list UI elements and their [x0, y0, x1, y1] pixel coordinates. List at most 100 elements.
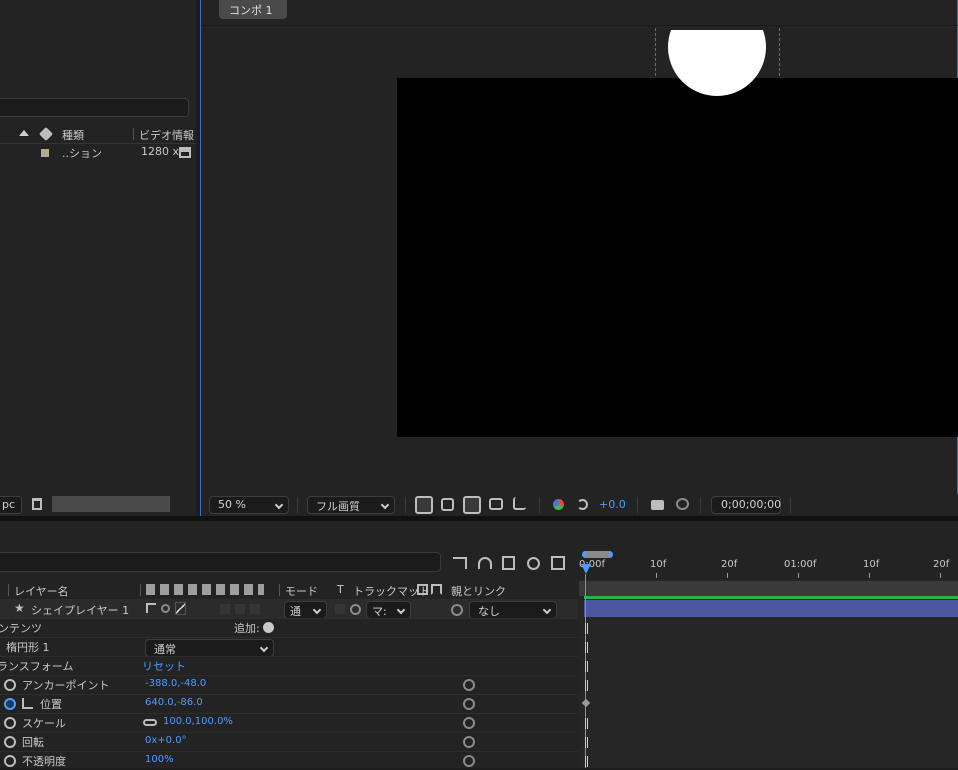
stopwatch-icon[interactable]: [4, 717, 16, 729]
layer-name[interactable]: シェイプレイヤー 1: [31, 602, 129, 618]
column-layer-name[interactable]: レイヤー名: [14, 583, 69, 599]
property-value[interactable]: -388.0,-48.0: [145, 678, 206, 689]
project-panel: [0, 0, 196, 516]
bounding-guide-right: [779, 28, 780, 76]
column-type[interactable]: 種類: [62, 127, 84, 143]
layer-mode-dropdown[interactable]: 通: [284, 601, 327, 619]
layer-switches-icon[interactable]: [146, 584, 264, 595]
transparency-grid-icon[interactable]: [441, 498, 454, 511]
effect-switch[interactable]: [219, 603, 231, 615]
project-item-row[interactable]: ..ション 1280 x: [0, 144, 196, 161]
add-play-icon[interactable]: [263, 622, 274, 633]
region-of-interest-icon[interactable]: [489, 498, 503, 510]
label-tag-icon[interactable]: [38, 126, 54, 142]
column-video-info[interactable]: ビデオ情報: [139, 127, 194, 143]
frame-blend-switch[interactable]: [234, 603, 246, 615]
property-row-rotation[interactable]: 回転 0x+0.0°: [0, 732, 578, 751]
stopwatch-active-icon[interactable]: [4, 698, 16, 710]
pickwhip-icon[interactable]: [463, 755, 475, 767]
pickwhip-icon[interactable]: [463, 717, 475, 729]
keyframe-marker[interactable]: [585, 737, 588, 748]
composition-tab[interactable]: コンポ 1: [219, 0, 287, 19]
collapse-switch-icon[interactable]: [161, 604, 170, 613]
keyframe-marker[interactable]: [585, 756, 588, 767]
property-row-opacity[interactable]: 不透明度 100%: [0, 751, 578, 770]
property-value[interactable]: 0x+0.0°: [145, 735, 187, 746]
graph-editor-icon[interactable]: [551, 556, 565, 570]
pickwhip-icon[interactable]: [463, 736, 475, 748]
stopwatch-icon[interactable]: [4, 755, 16, 767]
keyframe-marker[interactable]: [585, 623, 588, 634]
parent-pickwhip-icon[interactable]: [451, 604, 463, 616]
sort-up-icon[interactable]: [19, 130, 29, 136]
quality-switch-icon[interactable]: [175, 602, 186, 615]
column-mode[interactable]: モード: [285, 583, 318, 599]
bpc-button[interactable]: pc: [0, 496, 22, 514]
pickwhip-icon[interactable]: [463, 698, 475, 710]
keyframe-marker[interactable]: [585, 642, 588, 653]
property-row-scale[interactable]: スケール 100.0,100.0%: [0, 713, 578, 732]
resolution-dropdown[interactable]: フル画質: [307, 496, 395, 514]
zoom-dropdown[interactable]: 50 %: [209, 496, 289, 514]
preserve-transparency-switch[interactable]: [334, 603, 346, 615]
keyframe-marker[interactable]: [585, 661, 588, 672]
comp-flowchart-icon[interactable]: [453, 557, 467, 569]
shy-layers-icon[interactable]: [478, 557, 492, 569]
column-t[interactable]: T: [337, 583, 344, 596]
motion-blur-switch[interactable]: [249, 603, 261, 615]
property-row-position[interactable]: 位置 640.0,-86.0: [0, 694, 578, 713]
show-snapshot-icon[interactable]: [676, 498, 689, 510]
constrain-link-icon[interactable]: [143, 719, 157, 726]
trackmatte-dropdown[interactable]: マ:: [366, 601, 411, 619]
ruler-tick: [869, 573, 870, 578]
contents-label: ンテンツ: [0, 622, 42, 635]
property-row-anchor[interactable]: アンカーポイント -388.0,-48.0: [0, 675, 578, 694]
column-parent[interactable]: 親とリンク: [451, 583, 506, 599]
reset-exposure-icon[interactable]: [577, 499, 588, 510]
pickwhip-icon[interactable]: [463, 679, 475, 691]
transform-row[interactable]: ランスフォーム リセット: [0, 656, 578, 675]
keyframe-marker[interactable]: [585, 718, 588, 729]
snapshot-camera-icon[interactable]: [651, 500, 664, 510]
project-search-input[interactable]: [0, 98, 189, 117]
project-column-header: 種類 ビデオ情報: [0, 126, 196, 144]
parent-dropdown[interactable]: なし: [469, 601, 557, 619]
mask-visibility-icon[interactable]: [463, 496, 481, 514]
stopwatch-icon[interactable]: [4, 736, 16, 748]
property-value[interactable]: 640.0,-86.0: [145, 697, 203, 708]
ellipse-shape[interactable]: [668, 30, 766, 96]
layer-row[interactable]: ★ シェイプレイヤー 1 通 マ: なし: [0, 599, 578, 619]
column-divider: [133, 128, 134, 140]
property-value[interactable]: 100%: [145, 754, 174, 765]
ellipse-blend-dropdown[interactable]: 通常: [145, 639, 274, 657]
motion-blur-icon[interactable]: [527, 557, 540, 570]
exposure-value[interactable]: +0.0: [599, 498, 626, 511]
ellipse-group-row[interactable]: 楕円形 1 通常: [0, 637, 578, 657]
frame-blending-icon[interactable]: [502, 556, 515, 570]
contents-row[interactable]: ンテンツ 追加:: [0, 618, 578, 637]
shy-switch-icon[interactable]: [146, 603, 156, 613]
stopwatch-icon[interactable]: [4, 679, 16, 691]
current-time-field[interactable]: 0;00;00;00: [711, 496, 781, 514]
matte-alpha-icon[interactable]: [417, 584, 428, 595]
color-channels-icon[interactable]: [553, 499, 564, 510]
toolbar-separator: [297, 497, 298, 513]
reset-link[interactable]: リセット: [142, 658, 186, 674]
trash-icon[interactable]: [32, 498, 42, 510]
layer-duration-bar[interactable]: [584, 600, 958, 617]
grid-guide-icon[interactable]: [513, 497, 526, 510]
work-area-bar[interactable]: [582, 551, 613, 558]
property-value[interactable]: 100.0,100.0%: [163, 716, 233, 727]
composition-canvas[interactable]: [397, 78, 958, 437]
graph-icon[interactable]: [22, 698, 33, 709]
matte-invert-icon[interactable]: [431, 584, 442, 595]
fast-preview-icon[interactable]: [415, 496, 433, 514]
time-ruler[interactable]: [579, 548, 958, 580]
matte-link-icon[interactable]: [350, 604, 361, 615]
keyframe-marker[interactable]: [585, 680, 588, 691]
label-color-swatch[interactable]: [41, 149, 49, 157]
timeline-search-input[interactable]: [0, 552, 441, 572]
composition-flow-icon[interactable]: [179, 147, 191, 158]
playhead-handle[interactable]: [581, 564, 591, 574]
work-area-strip[interactable]: [579, 581, 958, 596]
